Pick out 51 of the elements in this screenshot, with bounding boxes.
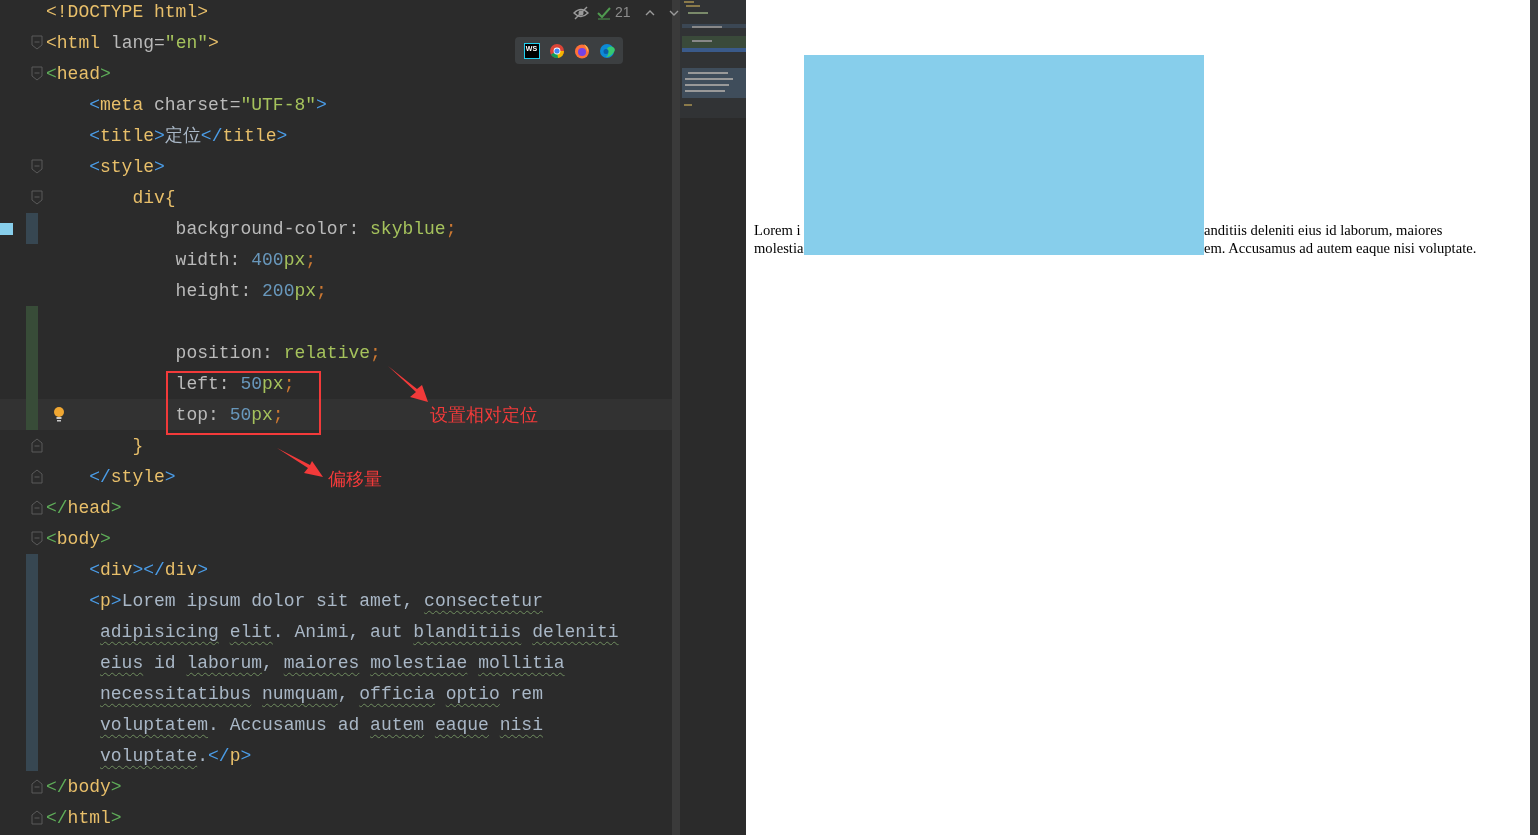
fold-icon[interactable]	[31, 779, 43, 794]
code-line: <title>定位</title>	[89, 125, 288, 146]
fold-icon[interactable]	[31, 66, 43, 81]
code-line: <html lang="en">	[46, 32, 219, 53]
inspections-widget[interactable]: 21	[597, 2, 631, 23]
code-line: voluptatem. Accusamus ad autem eaque nisi	[100, 714, 543, 735]
code-line: div{	[132, 187, 176, 208]
browser-icon[interactable]	[573, 42, 590, 59]
code-line: voluptate.</p>	[100, 745, 252, 766]
paragraph-fragment: anditiis deleniti eius id laborum, maiores	[1204, 221, 1444, 239]
code-line: <!DOCTYPE html>	[46, 1, 209, 22]
code-line: height: 200px;	[175, 280, 327, 301]
scrollbar[interactable]	[672, 0, 680, 835]
annotation-label: 设置相对定位	[430, 404, 538, 426]
check-icon	[597, 5, 611, 20]
code-line: eius id laborum, maiores molestiae mollitia	[100, 652, 565, 673]
code-line: left: 50px;	[175, 373, 295, 394]
fold-icon[interactable]	[31, 810, 43, 825]
paragraph-fragment: em. Accusamus ad autem eaque nisi voluptate.	[1204, 239, 1478, 257]
code-line: width: 400px;	[175, 249, 317, 270]
code-line: </style>	[89, 466, 176, 487]
paragraph-fragment: molestia	[754, 239, 804, 257]
hidden-eye-icon[interactable]	[573, 5, 589, 20]
fold-icon[interactable]	[31, 190, 43, 205]
code-line: top: 50px;	[175, 404, 284, 425]
code-line: adipisicing elit. Animi, aut blanditiis deleniti	[100, 621, 619, 642]
fold-icon[interactable]	[31, 531, 43, 546]
lightbulb-icon[interactable]	[53, 407, 65, 422]
code-line: <p>Lorem ipsum dolor sit amet, consectetur	[89, 590, 543, 611]
paragraph-fragment: Lorem i	[754, 221, 802, 239]
fold-icon[interactable]	[31, 35, 43, 50]
code-line: <div></div>	[89, 559, 209, 580]
code-line: position: relative;	[175, 342, 381, 363]
code-line: necessitatibus numquam, officia optio rem	[100, 683, 543, 704]
code-line: <meta charset="UTF-8">	[89, 94, 327, 115]
browser-icon[interactable]	[598, 42, 615, 59]
fold-icon[interactable]	[31, 159, 43, 174]
inspection-count: 21	[615, 3, 631, 22]
code-line: <head>	[46, 63, 111, 84]
browser-icon[interactable]	[548, 42, 565, 59]
code-line: }	[132, 435, 144, 456]
code-line: </body>	[46, 776, 122, 797]
annotation-label: 偏移量	[328, 468, 382, 490]
fold-icon[interactable]	[31, 469, 43, 484]
code-line: </html>	[46, 807, 122, 828]
code-line: <style>	[89, 156, 165, 177]
fold-icon[interactable]	[31, 438, 43, 453]
code-line: <body>	[46, 528, 111, 549]
fold-icon[interactable]	[31, 500, 43, 515]
code-line: </head>	[46, 497, 122, 518]
code-line: background-color: skyblue;	[175, 218, 457, 239]
